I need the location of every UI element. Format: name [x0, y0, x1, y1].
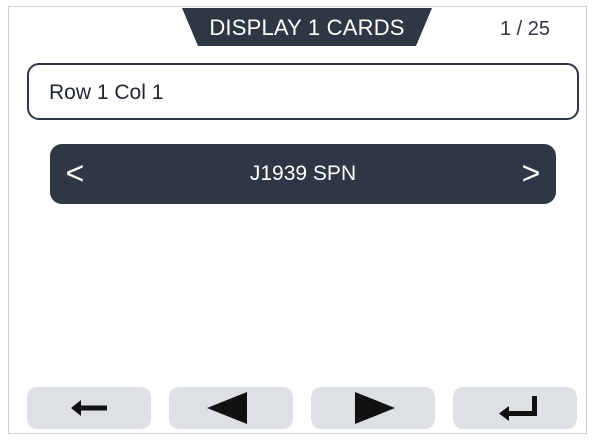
- previous-triangle-icon: [207, 392, 247, 424]
- enter-icon: [499, 396, 537, 421]
- enter-button[interactable]: [453, 387, 577, 429]
- back-arrow-icon: [71, 400, 107, 416]
- header-tab: DISPLAY 1 CARDS: [176, 8, 438, 46]
- value-selector: < J1939 SPN >: [50, 144, 556, 204]
- text-field[interactable]: Row 1 Col 1: [27, 63, 579, 120]
- next-triangle-icon: [355, 392, 395, 424]
- page-title: DISPLAY 1 CARDS: [209, 15, 405, 40]
- next-button[interactable]: [311, 387, 435, 429]
- selector-label: J1939 SPN: [249, 162, 357, 185]
- page-counter: 1 / 25: [499, 18, 551, 40]
- previous-button[interactable]: [169, 387, 293, 429]
- selector-prev-button[interactable]: <: [50, 144, 100, 204]
- selector-next-button[interactable]: >: [506, 144, 556, 204]
- back-button[interactable]: [27, 387, 151, 429]
- field-value: Row 1 Col 1: [49, 81, 164, 104]
